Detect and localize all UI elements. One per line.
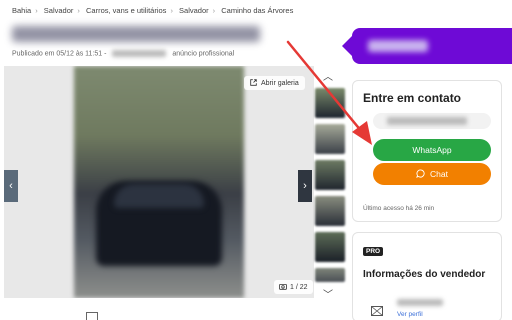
view-profile-link[interactable]: Ver perfil	[397, 311, 423, 318]
last-access-text: Último acesso há 26 min	[363, 205, 435, 212]
breadcrumb-item[interactable]: Carros, vans e utilitários	[86, 6, 166, 15]
camera-icon	[279, 283, 287, 292]
redacted-text	[112, 50, 167, 57]
chevron-down-icon[interactable]: ﹀	[323, 286, 333, 301]
thumbnail[interactable]	[315, 160, 345, 190]
chat-bubble-icon	[416, 168, 425, 180]
price-redacted	[368, 40, 428, 52]
breadcrumb: Bahia › Salvador › Carros, vans e utilitár…	[12, 6, 294, 15]
chevron-right-icon: ›	[303, 180, 307, 192]
chevron-up-icon[interactable]: ︿	[323, 68, 333, 83]
chat-button[interactable]: Chat	[373, 163, 491, 185]
open-gallery-icon	[250, 78, 257, 88]
image-gallery[interactable]: Abrir galeria ‹ › 1 / 22	[4, 66, 314, 298]
phone-redacted	[387, 117, 467, 125]
seller-card: PRO Informações do vendedor Ver perfil	[352, 232, 502, 320]
breadcrumb-item[interactable]: Salvador	[44, 6, 74, 15]
thumbnail[interactable]	[315, 124, 345, 154]
thumbnail[interactable]	[315, 88, 345, 118]
photo-counter-text: 1 / 22	[290, 283, 308, 291]
thumbnail[interactable]	[315, 232, 345, 262]
whatsapp-button[interactable]: WhatsApp	[373, 139, 491, 161]
breadcrumb-item[interactable]: Salvador	[179, 6, 209, 15]
price-banner	[342, 28, 512, 64]
contact-title: Entre em contato	[363, 91, 462, 105]
whatsapp-label: WhatsApp	[412, 145, 452, 155]
thumbnail[interactable]	[315, 196, 345, 226]
chevron-left-icon: ‹	[9, 180, 13, 192]
phone-button[interactable]	[373, 113, 491, 129]
open-gallery-label: Abrir galeria	[261, 79, 299, 87]
breadcrumb-item[interactable]: Bahia	[12, 6, 31, 15]
seller-icon	[371, 303, 383, 316]
ad-type: anúncio profissional	[172, 50, 235, 58]
thumbnail[interactable]	[315, 268, 345, 282]
car-windshield	[114, 184, 204, 208]
gallery-next-button[interactable]: ›	[298, 170, 312, 202]
breadcrumb-item[interactable]: Caminho das Árvores	[221, 6, 293, 15]
listing-meta: Publicado em 05/12 às 11:51 - anúncio pr…	[12, 50, 234, 57]
published-date: Publicado em 05/12 às 11:51 -	[12, 50, 107, 58]
seller-title: Informações do vendedor	[363, 269, 486, 280]
gallery-prev-button[interactable]: ‹	[4, 170, 18, 202]
photo-counter: 1 / 22	[274, 280, 313, 294]
seller-name-redacted	[397, 299, 443, 306]
chat-label: Chat	[430, 169, 448, 179]
pro-badge: PRO	[363, 247, 384, 256]
open-gallery-button[interactable]: Abrir galeria	[244, 76, 305, 90]
thumbnail-strip: ︿ ﹀	[315, 68, 345, 301]
listing-title-redacted	[12, 26, 260, 42]
partial-icon	[86, 312, 98, 320]
contact-card: Entre em contato WhatsApp Chat Último ac…	[352, 80, 502, 222]
